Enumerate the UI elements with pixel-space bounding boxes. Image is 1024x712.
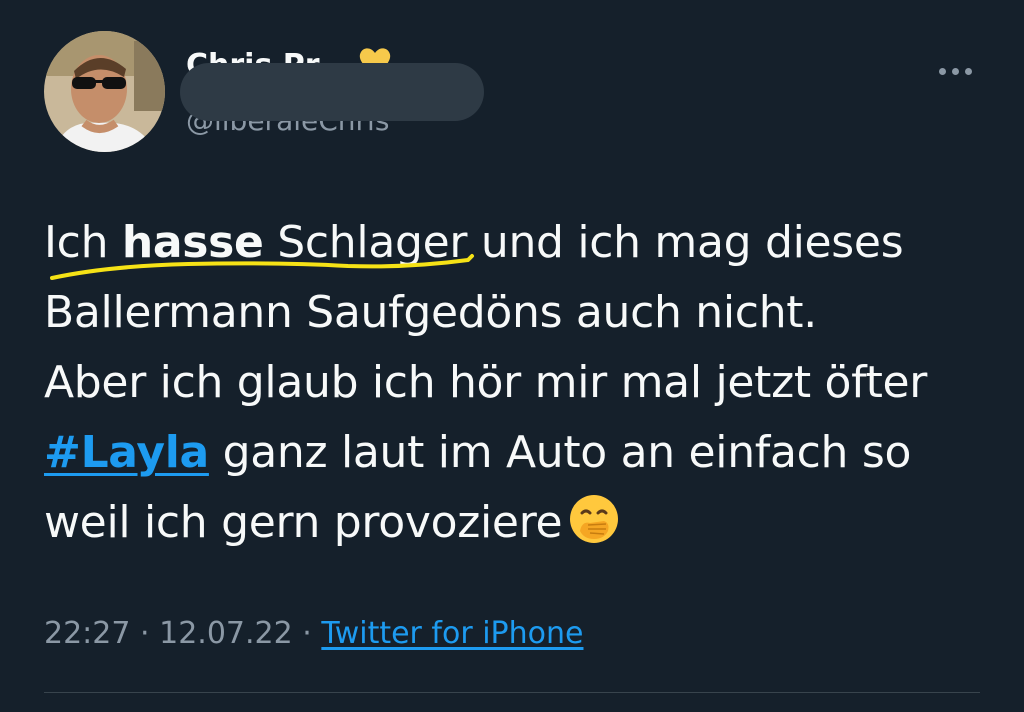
tweet-card: Chris Pr @liberaleChris Ich hasse Schlag… — [0, 0, 1024, 712]
face-with-hand-over-mouth-icon — [568, 493, 620, 566]
tweet-time: 22:27 — [44, 616, 131, 651]
meta-separator: · — [302, 616, 312, 651]
tweet-bold-word: hasse — [121, 217, 264, 268]
tweet-line-1: Ich hasse Schlager und ich mag dieses — [44, 208, 994, 278]
meta-separator: · — [140, 616, 150, 651]
tweet-source-link[interactable]: Twitter for iPhone — [321, 616, 583, 651]
tweet-word: Ich — [44, 217, 109, 268]
more-options-icon[interactable] — [930, 56, 980, 86]
divider — [44, 692, 980, 693]
tweet-line-5: weil ich gern provoziere — [44, 488, 994, 566]
dot — [951, 67, 959, 75]
dot — [964, 67, 972, 75]
tweet-line-2: Ballermann Saufgedöns auch nicht. — [44, 287, 817, 338]
tweet-text-segment: weil ich gern provoziere — [44, 497, 563, 548]
tweet-text-segment: Schlager und ich mag dieses — [277, 217, 904, 268]
tweet-meta: 22:27 · 12.07.22 · Twitter for iPhone — [44, 616, 583, 651]
dot — [938, 67, 946, 75]
tweet-text: Ich hasse Schlager und ich mag dieses Ba… — [44, 208, 994, 566]
tweet-line-3: Aber ich glaub ich hör mir mal jetzt öft… — [44, 357, 928, 408]
tweet-line-4: #Layla ganz laut im Auto an einfach so — [44, 418, 994, 488]
hashtag-link[interactable]: #Layla — [44, 427, 209, 478]
tweet-text-segment: ganz laut im Auto an einfach so — [222, 427, 912, 478]
author-avatar[interactable] — [44, 31, 165, 152]
redaction-bar — [180, 63, 484, 121]
tweet-date: 12.07.22 — [159, 616, 293, 651]
